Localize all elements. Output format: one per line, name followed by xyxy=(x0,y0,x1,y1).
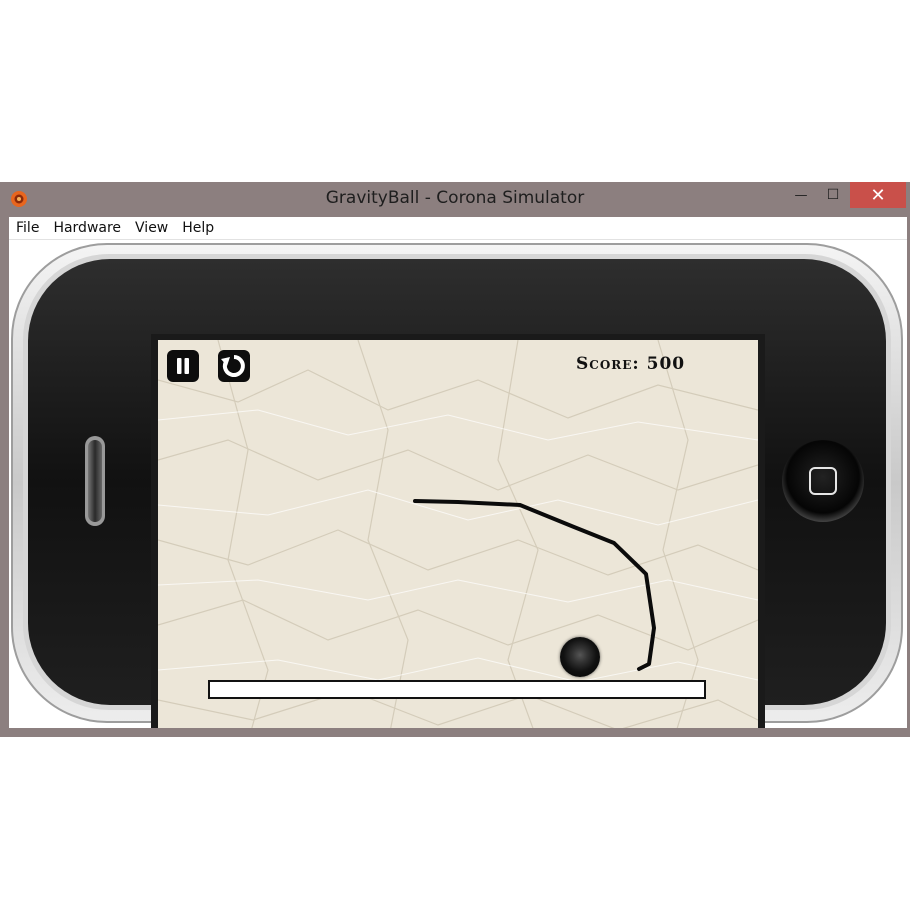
minimize-icon: — xyxy=(794,187,808,203)
game-screen[interactable]: Score: 500 xyxy=(158,340,758,728)
pause-icon xyxy=(177,358,189,374)
menu-bar: File Hardware View Help xyxy=(9,217,907,240)
maximize-button[interactable]: ☐ xyxy=(818,182,848,208)
maximize-icon: ☐ xyxy=(826,187,840,203)
score-value: 500 xyxy=(646,354,686,374)
window-title: GravityBall - Corona Simulator xyxy=(325,188,585,208)
simulator-viewport: Score: 500 xyxy=(9,240,907,728)
score-label: Score: xyxy=(576,354,640,374)
close-icon: ✕ xyxy=(870,184,886,206)
menu-view[interactable]: View xyxy=(128,217,175,239)
home-button[interactable] xyxy=(781,439,865,523)
score-display: Score: 500 xyxy=(576,354,685,374)
gravity-ball xyxy=(560,637,600,677)
crumpled-paper-background xyxy=(158,340,758,728)
menu-help[interactable]: Help xyxy=(175,217,221,239)
ground-platform xyxy=(208,680,706,699)
restart-icon xyxy=(221,355,245,377)
title-bar[interactable]: GravityBall - Corona Simulator — ☐ ✕ xyxy=(0,182,910,216)
pause-button[interactable] xyxy=(167,350,199,382)
minimize-button[interactable]: — xyxy=(784,182,818,208)
menu-hardware[interactable]: Hardware xyxy=(46,217,128,239)
simulator-window: GravityBall - Corona Simulator — ☐ ✕ Fil… xyxy=(0,182,910,737)
restart-button[interactable] xyxy=(218,350,250,382)
close-button[interactable]: ✕ xyxy=(850,182,906,208)
menu-file[interactable]: File xyxy=(9,217,46,239)
